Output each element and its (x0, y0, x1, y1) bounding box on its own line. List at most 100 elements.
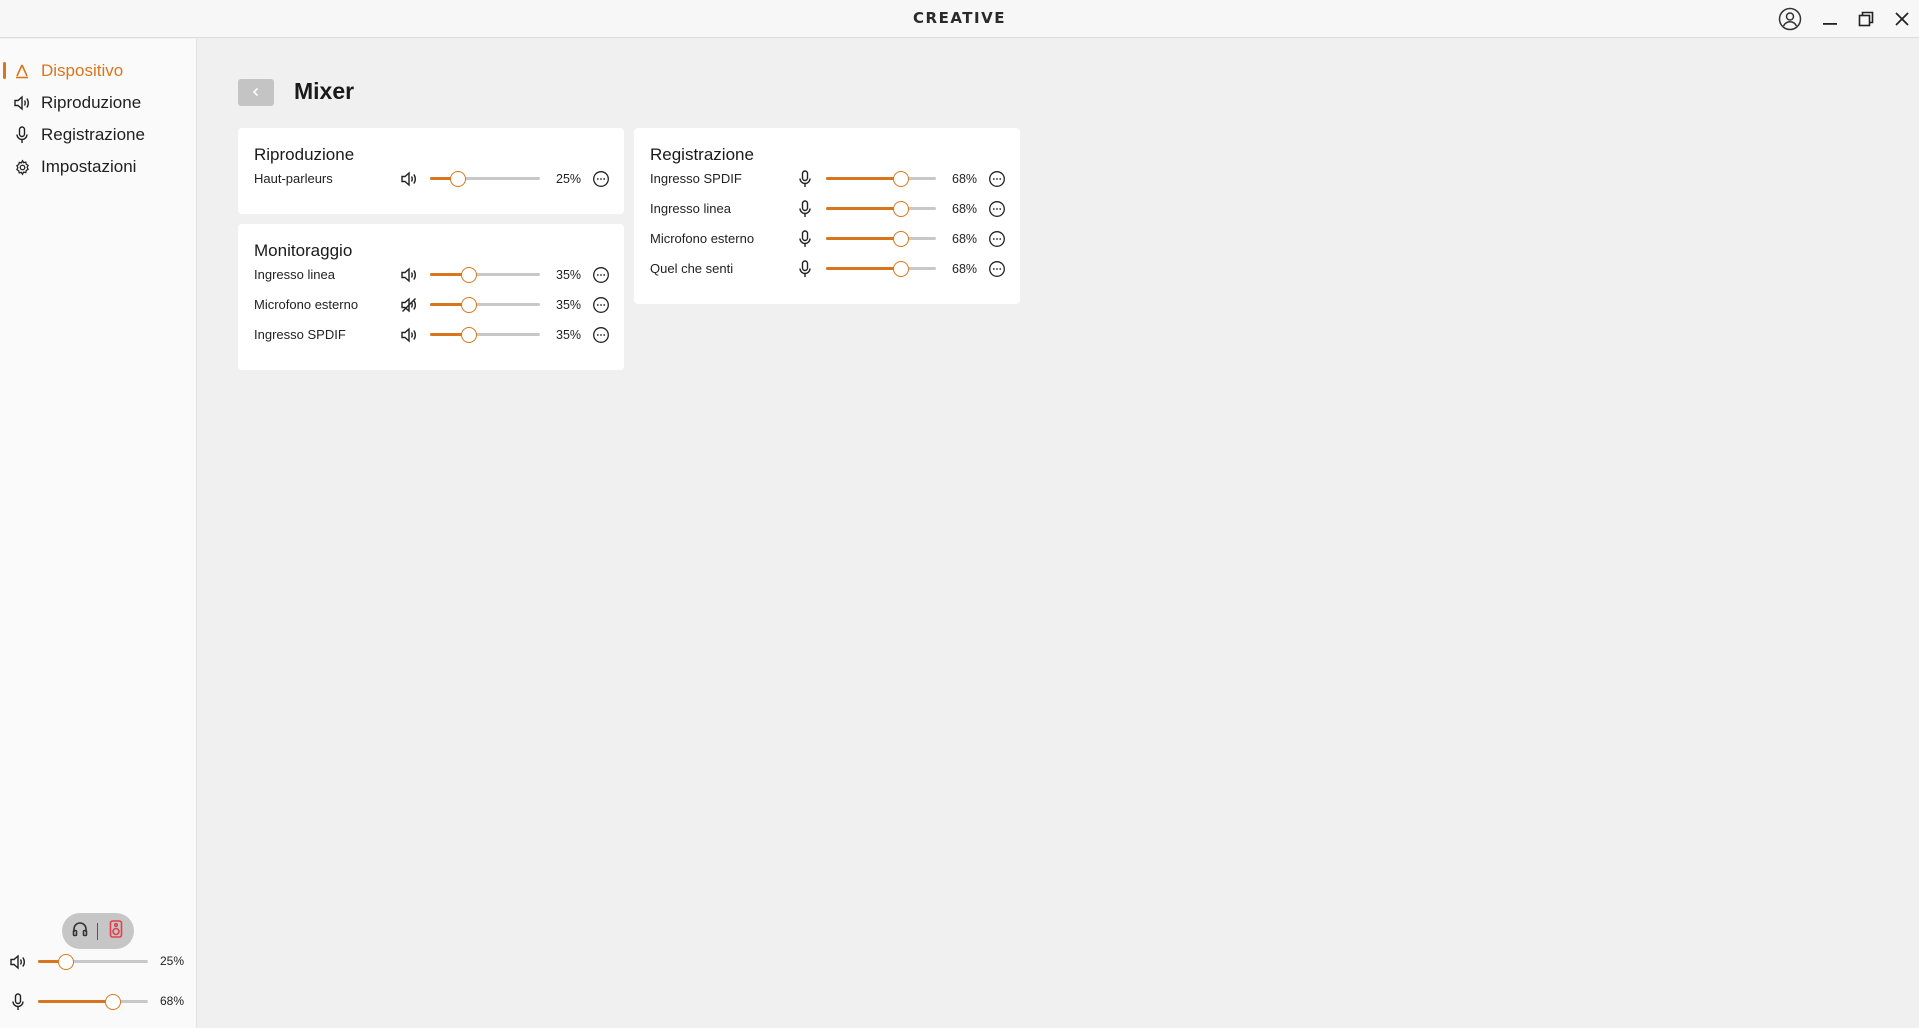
record-volume-row: 68% (0, 990, 197, 1014)
more-options-button[interactable] (592, 266, 610, 284)
volume-slider[interactable] (826, 201, 936, 217)
microphone-icon (8, 993, 28, 1011)
gear-icon (12, 158, 32, 176)
row-label: Ingresso linea (650, 201, 731, 216)
headphones-icon (71, 920, 89, 943)
slider-thumb[interactable] (460, 327, 477, 343)
volume-slider[interactable] (430, 327, 540, 343)
back-button[interactable] (238, 79, 274, 106)
sidebar-item-label: Impostazioni (41, 157, 137, 176)
mixer-row-rec-quel-che-senti: Quel che senti 68% (634, 257, 1020, 281)
volume-value: 68% (952, 172, 978, 186)
row-label: Haut-parleurs (254, 171, 333, 186)
mixer-row-microfono-esterno: Microfono esterno 35% (238, 293, 624, 317)
brand-logo: CREATIVE (913, 9, 1006, 27)
slider-thumb[interactable] (57, 954, 74, 970)
slider-thumb[interactable] (460, 267, 477, 283)
record-volume-value: 68% (160, 994, 185, 1008)
microphone-icon[interactable] (795, 200, 815, 218)
slider-fill (826, 237, 901, 240)
more-options-button[interactable] (592, 326, 610, 344)
slider-fill (38, 1000, 113, 1003)
mixer-row-rec-ingresso-spdif: Ingresso SPDIF 68% (634, 167, 1020, 191)
playback-volume-value: 25% (160, 954, 185, 968)
slider-thumb[interactable] (892, 231, 909, 247)
volume-slider[interactable] (826, 231, 936, 247)
slider-fill (826, 207, 901, 210)
sidebar-item-impostazioni[interactable]: Impostazioni (0, 151, 197, 181)
card-title: Registrazione (650, 145, 754, 164)
mixer-row-ingresso-linea: Ingresso linea 35% (238, 263, 624, 287)
playback-volume-slider[interactable] (38, 954, 148, 970)
slider-fill (826, 177, 901, 180)
speaker-muted-icon[interactable] (399, 296, 419, 314)
slider-thumb[interactable] (892, 201, 909, 217)
volume-slider[interactable] (826, 171, 936, 187)
slider-thumb[interactable] (460, 297, 477, 313)
row-label: Microfono esterno (254, 297, 359, 312)
sidebar-item-registrazione[interactable]: Registrazione (0, 119, 197, 149)
chevron-left-icon (251, 84, 261, 102)
mixer-row-rec-ingresso-linea: Ingresso linea 68% (634, 197, 1020, 221)
volume-slider[interactable] (430, 267, 540, 283)
volume-slider[interactable] (430, 171, 540, 187)
account-button[interactable] (1776, 6, 1804, 32)
minimize-icon (1822, 11, 1838, 27)
speaker-icon[interactable] (399, 326, 419, 344)
account-icon (1778, 7, 1802, 31)
volume-value: 68% (952, 202, 978, 216)
slider-thumb[interactable] (449, 171, 466, 187)
microphone-icon[interactable] (795, 260, 815, 278)
speaker-output-button[interactable] (98, 913, 134, 949)
more-options-button[interactable] (988, 260, 1006, 278)
row-label: Ingresso SPDIF (650, 171, 742, 186)
volume-slider[interactable] (826, 261, 936, 277)
device-icon (12, 62, 32, 80)
microphone-icon[interactable] (795, 170, 815, 188)
more-options-button[interactable] (592, 170, 610, 188)
card-title: Monitoraggio (254, 241, 353, 260)
volume-value: 35% (556, 298, 582, 312)
more-options-button[interactable] (988, 200, 1006, 218)
headphones-button[interactable] (62, 913, 98, 949)
restore-button[interactable] (1852, 6, 1880, 32)
title-bar: CREATIVE (0, 0, 1919, 38)
close-icon (1894, 11, 1910, 27)
speaker-icon[interactable] (399, 170, 419, 188)
volume-value: 35% (556, 328, 582, 342)
slider-fill (826, 267, 901, 270)
restore-icon (1858, 11, 1874, 27)
slider-thumb[interactable] (104, 994, 121, 1010)
mixer-row-rec-microfono-esterno: Microfono esterno 68% (634, 227, 1020, 251)
more-options-button[interactable] (988, 230, 1006, 248)
more-options-button[interactable] (988, 170, 1006, 188)
more-options-button[interactable] (592, 296, 610, 314)
volume-value: 35% (556, 268, 582, 282)
slider-thumb[interactable] (892, 261, 909, 277)
close-button[interactable] (1888, 6, 1916, 32)
microphone-icon[interactable] (795, 230, 815, 248)
microphone-icon (12, 126, 32, 144)
volume-value: 68% (952, 232, 978, 246)
volume-value: 68% (952, 262, 978, 276)
record-volume-slider[interactable] (38, 994, 148, 1010)
row-label: Microfono esterno (650, 231, 755, 246)
speaker-icon (12, 94, 32, 112)
volume-slider[interactable] (430, 297, 540, 313)
sidebar-item-riproduzione[interactable]: Riproduzione (0, 87, 197, 117)
sidebar-item-dispositivo[interactable]: Dispositivo (0, 55, 197, 85)
row-label: Ingresso SPDIF (254, 327, 346, 342)
active-indicator (3, 62, 6, 79)
slider-thumb[interactable] (892, 171, 909, 187)
row-label: Ingresso linea (254, 267, 335, 282)
page-title: Mixer (294, 78, 355, 104)
speaker-icon[interactable] (399, 266, 419, 284)
speaker-box-icon (109, 919, 123, 943)
sidebar-item-label: Registrazione (41, 125, 145, 144)
sidebar-item-label: Riproduzione (41, 93, 142, 112)
minimize-button[interactable] (1816, 6, 1844, 32)
playback-volume-row: 25% (0, 950, 197, 974)
mixer-row-ingresso-spdif: Ingresso SPDIF 35% (238, 323, 624, 347)
mixer-row-haut-parleurs: Haut-parleurs 25% (238, 167, 624, 191)
sidebar-item-label: Dispositivo (41, 61, 124, 80)
